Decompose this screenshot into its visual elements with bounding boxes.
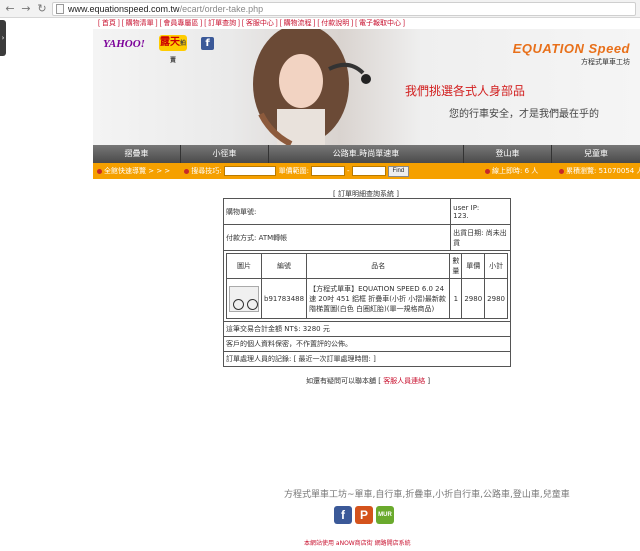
total-value: 3280 元 — [302, 325, 330, 333]
privacy-cell: 客戶的個人資料保密，不作置評的公佈。 — [223, 336, 511, 352]
item-image-cell — [226, 278, 262, 319]
toplink-cart[interactable]: 購物清單 — [126, 20, 154, 27]
toplink-flow[interactable]: 購物流程 — [284, 20, 312, 27]
facebook-icon[interactable]: f — [201, 37, 214, 50]
toplink-newsletter[interactable]: 電子報取中心 — [359, 20, 401, 27]
search-tips-link[interactable]: 搜尋技巧: — [191, 166, 221, 176]
order-number-label: 購物單號: — [226, 207, 257, 216]
online-label: 線上即時: — [492, 167, 523, 175]
total-cell: 這筆交易合計金額 NT$: 3280 元 — [223, 321, 511, 337]
url-host: www.equationspeed.com.tw — [68, 4, 180, 14]
col-price: 單價 — [461, 253, 486, 279]
privacy-note: 客戶的個人資料保密，不作置評的公佈。 — [226, 340, 352, 348]
toplink-service[interactable]: 客服中心 — [246, 20, 274, 27]
model-photo — [253, 29, 371, 145]
col-image: 圖片 — [226, 253, 262, 279]
quick-nav-link[interactable]: 全館快速導覽 > > > — [104, 166, 170, 176]
bullet-icon — [559, 168, 564, 174]
top-links: [ 首頁 ] [ 購物清單 ] [ 會員專屬區 ] [ 訂單查詢 ] [ 客服中… — [98, 20, 405, 27]
count-value: 51070054 人 — [598, 167, 640, 175]
search-bar: 全館快速導覽 > > > 搜尋技巧: 單價範圍: - Find 線上即時: 6 … — [93, 163, 640, 179]
brand-logo[interactable]: EQUATION Speed 方程式單車工坊 — [513, 41, 630, 67]
ship-date-label: 出貨日期: — [453, 228, 484, 237]
online-value: 6 人 — [524, 167, 539, 175]
online-users: 線上即時: 6 人 — [481, 163, 538, 179]
item-subtotal: 2980 — [484, 278, 508, 319]
total-label: 這筆交易合計金額 NT$: — [226, 325, 301, 333]
ruten-logo-text: 露天 — [159, 37, 180, 48]
toplink-order[interactable]: 訂單查詢 — [208, 20, 236, 27]
user-ip-cell: user IP: 123. — [450, 198, 511, 225]
col-subtotal: 小計 — [484, 253, 508, 279]
mur-icon[interactable]: MUR — [376, 506, 394, 524]
banner-slogan-main: 我們挑選各式人身部品 — [405, 84, 526, 98]
toplink-member[interactable]: 會員專屬區 — [163, 20, 198, 27]
col-code: 編號 — [260, 253, 308, 279]
price-min-input[interactable] — [311, 166, 345, 176]
payment-value: ATM轉帳 — [258, 233, 288, 242]
contact-line: 如還有疑問可以聯本舖 [ 客服人員連絡 ] — [306, 377, 431, 385]
count-label: 累積瀏覽: — [566, 167, 597, 175]
handler-note: 訂單處理人員的記錄: [ 最近一次訂單處理時間: ] — [226, 355, 376, 363]
yahoo-logo[interactable]: YAHOO! — [103, 38, 145, 50]
nav-small-wheel-bike[interactable]: 小徑車 — [181, 145, 269, 163]
user-ip-value: 123. — [453, 211, 469, 220]
bullet-icon — [485, 168, 490, 174]
items-cell: 圖片 編號 品名 數量 單價 小計 b91783488 【方程式單車】EQUAT… — [223, 250, 511, 322]
ship-date-cell: 出貨日期: 尚未出貨 — [450, 224, 511, 251]
header-banner: YAHOO! 露天拍賣 f EQUATION Speed 方程式單車工坊 我們挑… — [93, 29, 640, 145]
table-row: b91783488 【方程式單車】EQUATION SPEED 6.0 24速 … — [226, 278, 508, 319]
ruten-logo[interactable]: 露天拍賣 — [159, 35, 187, 64]
price-max-input[interactable] — [351, 166, 386, 176]
browser-toolbar: ← → ↻ www.equationspeed.com.tw/ecart/ord… — [0, 0, 640, 18]
banner-slogan-sub: 您的行車安全，才是我們最在乎的 — [449, 109, 599, 120]
col-qty: 數量 — [449, 253, 463, 279]
order-items-table: 圖片 編號 品名 數量 單價 小計 b91783488 【方程式單車】EQUAT… — [226, 253, 508, 319]
payment-cell: 付款方式: ATM轉帳 — [222, 224, 452, 251]
order-detail-table: 購物單號: user IP: 123. 付款方式: ATM轉帳 出貨日期: 尚未出… — [222, 198, 511, 367]
user-ip-label: user IP: — [453, 203, 480, 212]
find-button[interactable]: Find — [387, 165, 410, 177]
range-separator: - — [347, 167, 350, 175]
payment-label: 付款方式: — [226, 233, 257, 242]
side-panel-tab[interactable]: › — [0, 20, 6, 56]
visit-counter: 累積瀏覽: 51070054 人 — [555, 163, 640, 179]
order-number-cell: 購物單號: — [222, 198, 452, 225]
product-thumbnail[interactable] — [229, 285, 259, 312]
bullet-icon — [184, 168, 190, 174]
forward-arrow-icon[interactable]: → — [20, 2, 32, 15]
facebook-icon[interactable]: f — [334, 506, 352, 524]
item-name[interactable]: 【方程式單車】EQUATION SPEED 6.0 24速 20吋 451 鋁框… — [306, 278, 451, 319]
toplink-payment[interactable]: 付款說明 — [321, 20, 349, 27]
url-path: /ecart/order-take.php — [179, 4, 264, 14]
contact-service-link[interactable]: 客服人員連絡 — [383, 377, 425, 385]
nav-folding-bike[interactable]: 摺疊車 — [93, 145, 181, 163]
nav-road-bike[interactable]: 公路車.時尚單速車 — [269, 145, 464, 163]
nav-mountain-bike[interactable]: 登山車 — [464, 145, 552, 163]
footer-social-icons: f P MUR — [334, 506, 394, 524]
reload-icon[interactable]: ↻ — [36, 2, 48, 15]
handler-cell: 訂單處理人員的記錄: [ 最近一次訂單處理時間: ] — [223, 351, 511, 367]
keyword-input[interactable] — [223, 166, 276, 176]
item-qty: 1 — [449, 278, 463, 319]
address-bar[interactable]: www.equationspeed.com.tw/ecart/order-tak… — [52, 2, 636, 16]
bullet-icon — [97, 168, 102, 174]
brand-subtitle: 方程式單車工坊 — [581, 58, 630, 66]
pixnet-icon[interactable]: P — [355, 506, 373, 524]
powered-by[interactable]: 本網站使用 aNOW商店街 網路開店系統 — [304, 538, 411, 547]
order-title-text: 訂單明細查詢系統 — [337, 190, 394, 198]
nav-kids-bike[interactable]: 兒童車 — [552, 145, 640, 163]
item-price: 2980 — [461, 278, 486, 319]
col-name: 品名 — [306, 253, 451, 279]
page-icon — [56, 4, 64, 14]
back-arrow-icon[interactable]: ← — [4, 2, 16, 15]
item-code: b91783488 — [260, 278, 308, 319]
price-range-label: 單價範圍: — [278, 167, 309, 175]
toplink-home[interactable]: 首頁 — [102, 20, 116, 27]
brand-name: EQUATION Speed — [512, 41, 630, 56]
footer-description: 方程式單車工坊~單車,自行車,折疊車,小折自行車,公路車,登山車,兒童車 — [284, 490, 570, 500]
main-navigation: 摺疊車 小徑車 公路車.時尚單速車 登山車 兒童車 — [93, 145, 640, 163]
contact-text: 如還有疑問可以聯本舖 — [306, 377, 376, 385]
